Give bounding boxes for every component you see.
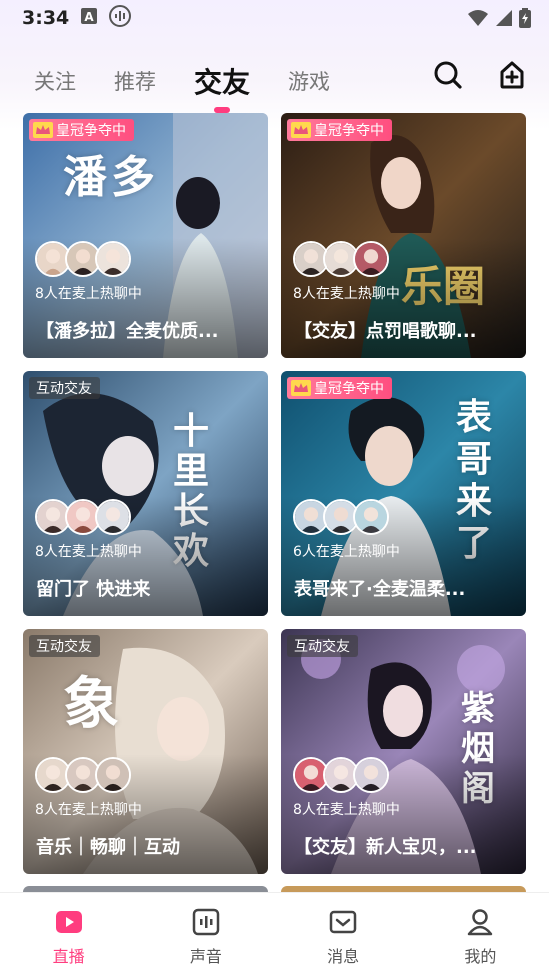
room-title: 音乐｜畅聊｜互动: [36, 837, 180, 858]
status-bar: 3:34 A: [0, 0, 549, 36]
nav-label: 我的: [464, 947, 497, 966]
mic-avatars: [35, 757, 131, 793]
status-time: 3:34: [22, 7, 70, 29]
badge-label: 互动交友: [36, 639, 92, 655]
nav-label: 直播: [52, 947, 85, 966]
message-icon: [329, 910, 357, 934]
profile-icon: [468, 909, 493, 936]
room-title: 【交友】点罚唱歌聊...: [294, 321, 477, 342]
battery-icon: [519, 8, 531, 33]
badge-label: 互动交友: [36, 381, 92, 397]
cover-art-text: 潘多: [63, 152, 159, 203]
crown-icon: [33, 122, 53, 138]
mic-count: 8人在麦上热聊中: [293, 802, 400, 818]
room-grid: 潘多 皇冠争夺中 8人在麦上热聊中 【潘多拉】全麦优质... 乐圈: [23, 113, 526, 874]
live-icon: [55, 911, 82, 933]
mic-count: 8人在麦上热聊中: [35, 544, 142, 560]
signal-icon: [495, 9, 513, 32]
badge-label: 皇冠争夺中: [314, 381, 384, 397]
top-actions: [433, 60, 527, 90]
status-badge: 皇冠争夺中: [287, 377, 392, 399]
avatar: [95, 499, 131, 535]
mic-count: 8人在麦上热聊中: [35, 286, 142, 302]
mic-avatars: [293, 757, 389, 793]
room-card[interactable]: 十里长欢 互动交友 8人在麦上热聊中 留门了 快进来: [23, 371, 268, 616]
nav-live[interactable]: 直播: [0, 893, 137, 977]
text-a-icon: A: [81, 7, 98, 29]
cover-art-text: 象: [63, 671, 119, 737]
status-badge: 互动交友: [29, 377, 100, 399]
voice-icon: [192, 908, 220, 936]
room-card[interactable]: 潘多 皇冠争夺中 8人在麦上热聊中 【潘多拉】全麦优质...: [23, 113, 268, 358]
nav-label: 声音: [189, 947, 222, 966]
crown-icon: [291, 380, 311, 396]
tab-recommend[interactable]: 推荐: [114, 66, 156, 96]
room-title: 表哥来了·全麦温柔...: [294, 579, 466, 600]
status-badge: 皇冠争夺中: [29, 119, 134, 141]
nav-messages[interactable]: 消息: [275, 893, 412, 977]
voice-status-icon: [109, 4, 132, 32]
nav-label: 消息: [327, 947, 360, 966]
badge-label: 互动交友: [294, 639, 350, 655]
room-card[interactable]: 表哥来了 皇冠争夺中 6人在麦上热聊中 表哥来了·全麦温柔...: [281, 371, 526, 616]
tab-games[interactable]: 游戏: [288, 66, 330, 96]
room-title: 【交友】新人宝贝，...: [294, 837, 477, 858]
tab-friends[interactable]: 交友: [194, 61, 250, 101]
room-card[interactable]: 紫烟阁 互动交友 8人在麦上热聊中 【交友】新人宝贝，...: [281, 629, 526, 874]
add-room-icon[interactable]: [497, 60, 527, 90]
mic-avatars: [35, 499, 131, 535]
nav-voice[interactable]: 声音: [137, 893, 274, 977]
room-title: 【潘多拉】全麦优质...: [36, 321, 219, 342]
wifi-icon: [467, 9, 489, 32]
avatar: [353, 757, 389, 793]
room-title: 留门了 快进来: [36, 579, 151, 600]
status-badge: 互动交友: [29, 635, 100, 657]
mic-count: 8人在麦上热聊中: [293, 286, 400, 302]
nav-profile[interactable]: 我的: [412, 893, 549, 977]
avatar: [353, 499, 389, 535]
room-card[interactable]: 乐圈 皇冠争夺中 8人在麦上热聊中 【交友】点罚唱歌聊...: [281, 113, 526, 358]
status-badge: 互动交友: [287, 635, 358, 657]
avatar: [95, 241, 131, 277]
crown-icon: [291, 122, 311, 138]
avatar: [95, 757, 131, 793]
mic-avatars: [35, 241, 131, 277]
svg-text:A: A: [85, 10, 95, 24]
mic-avatars: [293, 241, 389, 277]
search-icon[interactable]: [433, 60, 463, 90]
badge-label: 皇冠争夺中: [314, 123, 384, 139]
badge-label: 皇冠争夺中: [56, 123, 126, 139]
avatar: [353, 241, 389, 277]
bottom-navigation: 直播 声音 消息 我的: [0, 892, 549, 977]
mic-count: 8人在麦上热聊中: [35, 802, 142, 818]
tab-follow[interactable]: 关注: [34, 66, 76, 96]
mic-count: 6人在麦上热聊中: [293, 544, 400, 560]
mic-avatars: [293, 499, 389, 535]
status-badge: 皇冠争夺中: [287, 119, 392, 141]
room-card[interactable]: 象 互动交友 8人在麦上热聊中 音乐｜畅聊｜互动: [23, 629, 268, 874]
